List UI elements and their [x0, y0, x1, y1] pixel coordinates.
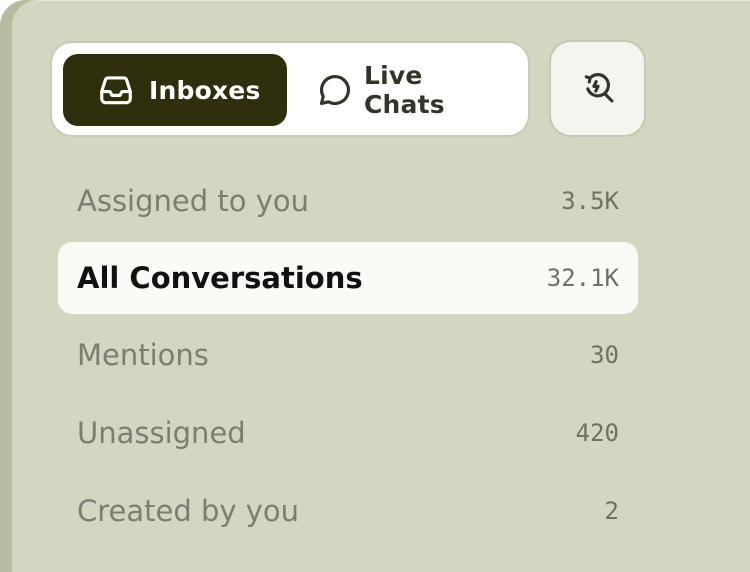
list-item-label: Assigned to you — [77, 184, 309, 218]
list-item-label: Mentions — [77, 338, 209, 372]
view-switcher: Inboxes Live Chats — [50, 41, 530, 137]
search-history-icon — [579, 68, 617, 110]
list-item-assigned-to-you[interactable]: Assigned to you 3.5K — [58, 165, 638, 237]
list-item-created-by-you[interactable]: Created by you 2 — [58, 475, 638, 547]
tab-inboxes-label: Inboxes — [149, 75, 261, 105]
tab-live-chats[interactable]: Live Chats — [312, 54, 512, 126]
chat-bubble-icon — [316, 71, 354, 109]
search-button[interactable] — [549, 40, 646, 137]
list-item-mentions[interactable]: Mentions 30 — [58, 319, 638, 391]
list-item-count: 3.5K — [561, 187, 619, 215]
list-item-all-conversations[interactable]: All Conversations 32.1K — [58, 242, 638, 314]
list-item-count: 420 — [575, 419, 619, 447]
tab-live-chats-label: Live Chats — [364, 61, 445, 119]
inbox-panel: Inboxes Live Chats Assigned to you 3.5K … — [0, 0, 750, 572]
list-item-count: 30 — [590, 341, 619, 369]
list-item-count: 2 — [604, 497, 619, 525]
list-item-label: Unassigned — [77, 416, 246, 450]
tab-inboxes[interactable]: Inboxes — [63, 54, 287, 126]
list-item-label: All Conversations — [77, 261, 363, 295]
list-item-unassigned[interactable]: Unassigned 420 — [58, 397, 638, 469]
list-item-label: Created by you — [77, 494, 300, 528]
inbox-icon — [97, 71, 135, 109]
list-item-count: 32.1K — [546, 264, 619, 292]
